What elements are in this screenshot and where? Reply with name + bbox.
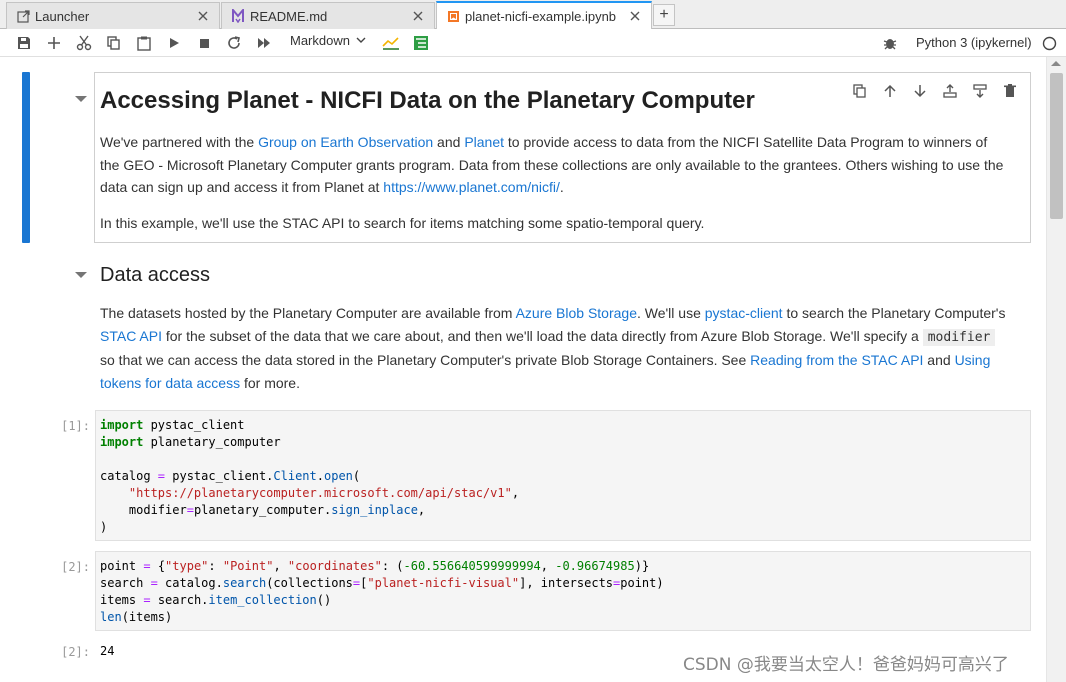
cell-type-select[interactable]: Markdown [290,33,366,48]
launcher-icon [15,8,31,24]
move-down-button[interactable] [910,81,930,101]
tab-label: Launcher [35,8,90,24]
duplicate-icon [853,84,866,98]
code-editor[interactable]: point = {"type": "Point", "coordinates":… [96,552,1030,632]
tab-bar: Launcher README.md planet-nicfi-example.… [0,0,1066,29]
paste-icon [137,36,151,51]
arrow-up-icon [884,84,896,97]
debugger-button[interactable] [880,33,900,53]
insert-below-icon [973,84,987,98]
link-group-on-earth-observation[interactable]: Group on Earth Observation [258,134,433,150]
table-of-contents-button[interactable] [411,33,431,53]
active-cell-indicator[interactable] [22,72,30,243]
watermark: CSDN @我要当太空人！爸爸妈妈可高兴了 [683,655,1009,675]
delete-cell-button[interactable] [1000,81,1020,101]
link-stac-api[interactable]: STAC API [100,328,162,344]
scrollbar-thumb[interactable] [1050,73,1063,219]
page-title: Accessing Planet - NICFI Data on the Pla… [100,87,755,114]
inline-code: modifier [922,328,996,346]
save-button[interactable] [14,33,34,53]
intro-paragraph: We've partnered with the Group on Earth … [100,134,1004,195]
run-all-button[interactable] [254,33,274,53]
notebook-toolbar: Markdown Python 3 (ipykernel) [0,29,1066,57]
restart-button[interactable] [224,33,244,53]
paste-button[interactable] [134,33,154,53]
close-icon[interactable] [625,6,645,26]
code-cell[interactable]: import pystac_client import planetary_co… [95,410,1031,541]
chevron-down-icon [356,37,366,43]
link-azure-blob-storage[interactable]: Azure Blob Storage [516,305,637,321]
stop-icon [199,38,209,48]
notebook-icon [445,8,461,24]
trash-icon [1004,84,1016,97]
scissors-icon [76,35,92,51]
play-icon [170,38,179,48]
markdown-icon [230,8,246,24]
bug-icon [883,39,897,50]
code-editor[interactable]: import pystac_client import planetary_co… [96,411,1030,542]
tab-label: planet-nicfi-example.ipynb [465,8,617,24]
link-planet-nicfi[interactable]: https://www.planet.com/nicfi/ [383,179,560,195]
interrupt-button[interactable] [194,33,214,53]
kernel-name[interactable]: Python 3 (ipykernel) [916,35,1032,50]
close-icon[interactable] [408,6,428,26]
tab-label: README.md [250,8,328,24]
insert-below-button[interactable] [970,81,990,101]
insert-above-button[interactable] [940,81,960,101]
section-heading: Data access [100,264,211,286]
new-tab-button[interactable]: + [653,4,675,26]
move-up-button[interactable] [880,81,900,101]
tab-notebook[interactable]: planet-nicfi-example.ipynb [436,1,652,29]
notebook-panel[interactable]: Accessing Planet - NICFI Data on the Pla… [0,57,1046,682]
tab-readme[interactable]: README.md [221,2,435,29]
vertical-scrollbar[interactable] [1046,57,1066,682]
cell-toolbar [850,81,1020,101]
collapse-heading-icon[interactable] [75,96,87,102]
tab-launcher[interactable]: Launcher [6,2,220,29]
close-icon[interactable] [193,6,213,26]
cell-output: 24 [100,644,115,658]
copy-button[interactable] [104,33,124,53]
code-cell[interactable]: point = {"type": "Point", "coordinates":… [95,551,1031,631]
kernel-status [1039,33,1059,53]
add-icon [48,37,60,49]
kernel-idle-icon [1042,36,1056,50]
refresh-icon [228,36,240,49]
table-icon [414,36,428,50]
example-paragraph: In this example, we'll use the STAC API … [100,215,705,231]
link-planet[interactable]: Planet [464,134,504,150]
input-prompt: [2]: [61,560,90,574]
collapse-heading-icon[interactable] [75,272,87,278]
cut-button[interactable] [74,33,94,53]
save-icon [18,37,30,49]
input-prompt: [1]: [61,419,90,433]
arrow-down-icon [914,85,926,98]
plus-icon: + [659,6,669,23]
line-chart-icon [382,37,399,50]
cell-type-label: Markdown [290,33,350,48]
output-prompt: [2]: [61,645,90,659]
insert-above-icon [943,84,957,98]
run-button[interactable] [164,33,184,53]
copy-icon [107,36,120,50]
duplicate-cell-button[interactable] [850,81,870,101]
line-chart-button[interactable] [381,33,401,53]
insert-cell-button[interactable] [44,33,64,53]
fast-forward-icon [258,38,270,48]
scroll-up-icon[interactable] [1051,61,1061,66]
link-pystac-client[interactable]: pystac-client [705,305,783,321]
data-access-paragraph: The datasets hosted by the Planetary Com… [100,305,1006,391]
link-reading-stac-api[interactable]: Reading from the STAC API [750,352,923,368]
